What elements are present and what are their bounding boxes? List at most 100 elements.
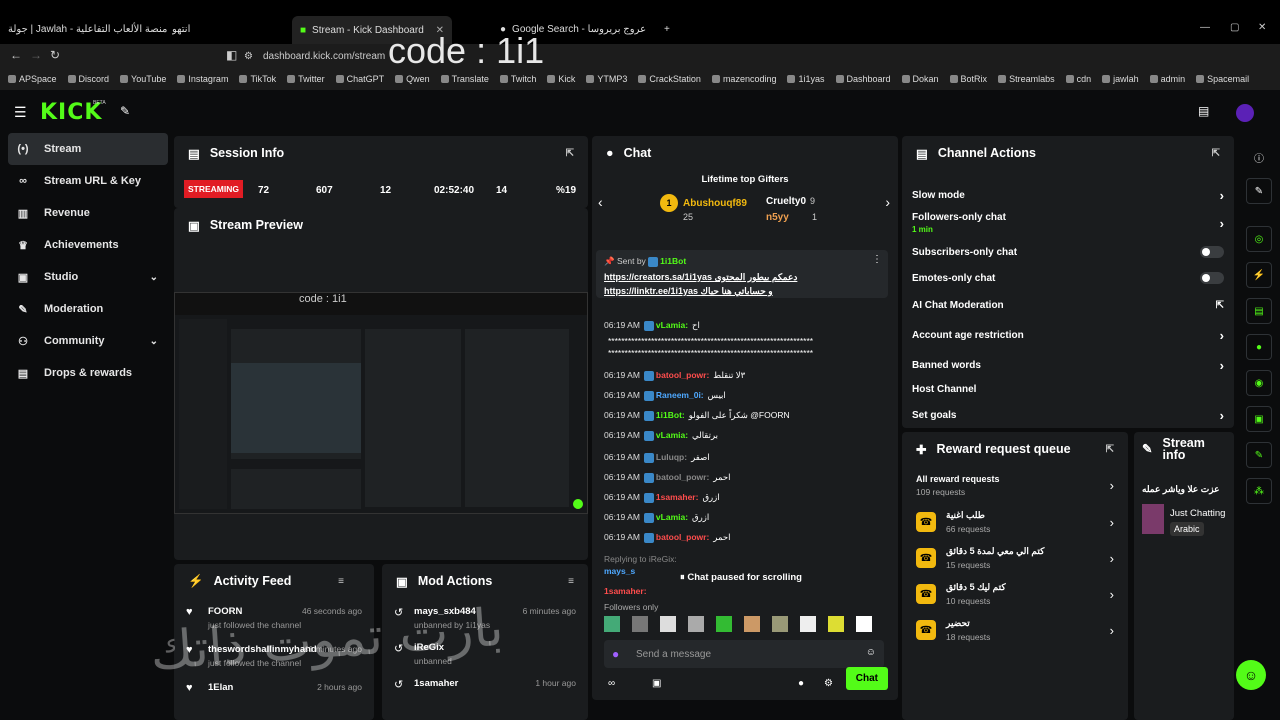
bookmark-item[interactable]: YTMP3 (586, 74, 627, 84)
action-banned-words[interactable]: Banned words › (912, 358, 1224, 373)
emote[interactable] (772, 616, 788, 632)
pinned-line[interactable]: https://creators.sa/1i1yas دعمكم بيطور ا… (604, 272, 797, 283)
prev-icon[interactable]: ‹ (598, 194, 603, 210)
chat-username[interactable]: 1i1Bot: (656, 410, 685, 420)
reward-item[interactable]: All reward requests 109 requests › (916, 474, 1114, 497)
sidebar-item-studio[interactable]: ▣ Studio ⌄ (8, 261, 168, 293)
chat-bubble-icon[interactable]: ● (1246, 334, 1272, 360)
bookmark-item[interactable]: Twitch (499, 74, 536, 84)
reward-item[interactable]: ☎ تحضير 18 requests › (916, 618, 1114, 642)
bookmark-item[interactable]: Discord (67, 74, 109, 84)
chevron-right-icon[interactable]: › (1110, 623, 1114, 638)
bookmark-item[interactable]: Translate (440, 74, 489, 84)
bookmark-item[interactable]: CrackStation (638, 74, 701, 84)
chevron-down-icon[interactable]: ⌄ (150, 336, 158, 347)
action-slow-mode[interactable]: Slow mode › (912, 188, 1224, 203)
bookmark-item[interactable]: YouTube (120, 74, 166, 84)
next-icon[interactable]: › (885, 194, 890, 210)
stream-preview-video[interactable]: code : 1i1 (174, 292, 588, 514)
bookmark-item[interactable]: Dokan (901, 74, 939, 84)
chat-username[interactable]: vLamia: (656, 430, 688, 440)
bookmark-item[interactable]: mazencoding (711, 74, 776, 84)
sidebar-item-moderation[interactable]: ✎ Moderation (8, 293, 168, 325)
close-window-icon[interactable]: ✕ (1258, 22, 1266, 33)
chevron-right-icon[interactable]: › (1220, 188, 1224, 203)
more-icon[interactable]: ⋮ (872, 254, 882, 265)
camera-icon[interactable]: ◎ (1246, 226, 1272, 252)
bookmark-item[interactable]: ChatGPT (335, 74, 384, 84)
mic-icon[interactable]: ● (612, 647, 619, 661)
chat-username[interactable]: batool_powr: (656, 472, 709, 482)
bookmark-item[interactable]: 1i1yas (787, 74, 825, 84)
chat-username[interactable]: Raneem_0i: (656, 390, 704, 400)
action-subscribers-only-chat[interactable]: Subscribers-only chat (912, 246, 1224, 258)
expand-icon[interactable]: ⇱ (1212, 148, 1220, 159)
chat-username[interactable]: Luluqp: (656, 452, 687, 462)
chevron-right-icon[interactable]: › (1220, 358, 1224, 373)
action-host-channel[interactable]: Host Channel (912, 384, 1224, 395)
chat-input[interactable]: ● Send a message ☺ (604, 640, 884, 668)
sidebar-item-stream-url-key[interactable]: ∞ Stream URL & Key (8, 165, 168, 197)
chat-username[interactable]: batool_powr: (656, 532, 709, 542)
action-set-goals[interactable]: Set goals › (912, 408, 1224, 423)
action-ai-chat-moderation[interactable]: AI Chat Moderation ⇱ (912, 300, 1224, 311)
url-field[interactable]: ⚙ dashboard.kick.com/stream (244, 46, 884, 66)
chat-username[interactable]: 1samaher: (656, 492, 699, 502)
bookmark-item[interactable]: admin (1149, 74, 1185, 84)
broadcast-icon[interactable]: ◉ (1246, 370, 1272, 396)
bookmark-item[interactable]: Twitter (287, 74, 325, 84)
chevron-down-icon[interactable]: ⌄ (150, 272, 158, 283)
expand-icon[interactable]: ⇱ (1106, 444, 1114, 455)
store-icon[interactable]: ▣ (652, 678, 661, 689)
chat-username[interactable]: vLamia: (656, 320, 688, 330)
chevron-right-icon[interactable]: › (1220, 328, 1224, 343)
emoji-icon[interactable]: ☺ (866, 647, 876, 658)
sidebar-item-revenue[interactable]: ▥ Revenue (8, 197, 168, 229)
sidebar-item-achievements[interactable]: ♛ Achievements (8, 229, 168, 261)
bookmark-item[interactable]: APSpace (8, 74, 57, 84)
send-chat-button[interactable]: Chat (845, 667, 888, 690)
emote[interactable] (800, 616, 816, 632)
points-icon[interactable]: ∞ (608, 678, 615, 689)
forward-icon[interactable]: → (30, 48, 42, 62)
tool-icon[interactable]: ✎ (1246, 442, 1272, 468)
info-icon[interactable]: ⓘ (1246, 144, 1272, 170)
message-icon[interactable]: ● (798, 678, 804, 689)
action-account-age-restriction[interactable]: Account age restriction › (912, 328, 1224, 343)
bookmark-item[interactable]: Streamlabs (998, 74, 1055, 84)
emote[interactable] (744, 616, 760, 632)
action-followers-only-chat[interactable]: Followers-only chat 1 min › (912, 212, 1224, 234)
chat-username[interactable]: vLamia: (656, 512, 688, 522)
bookmark-item[interactable]: Dashboard (835, 74, 891, 84)
site-info-icon[interactable]: ⚙ (244, 51, 253, 62)
chevron-right-icon[interactable]: › (1220, 216, 1224, 231)
bookmark-item[interactable]: Kick (547, 74, 575, 84)
external-link-icon[interactable]: ⇱ (1216, 300, 1224, 311)
emote[interactable] (716, 616, 732, 632)
bookmark-item[interactable]: jawlah (1102, 74, 1139, 84)
reward-item[interactable]: ☎ كتم ليك 5 دقائق 10 requests › (916, 582, 1114, 606)
expand-icon[interactable]: ⇱ (566, 148, 574, 159)
emote[interactable] (688, 616, 704, 632)
emote[interactable] (828, 616, 844, 632)
share-icon[interactable]: ⁂ (1246, 478, 1272, 504)
tab-jawlah[interactable]: جولة | Jawlah - منصة الألعاب التفاعلية (8, 18, 168, 40)
tab-other[interactable]: انتهو (172, 18, 282, 40)
menu-icon[interactable]: ☰ (14, 104, 27, 121)
pin-icon[interactable]: ✎ (120, 104, 130, 118)
chevron-right-icon[interactable]: › (1110, 551, 1114, 566)
chat-username[interactable]: 1samaher: (604, 586, 647, 596)
bookmark-item[interactable]: cdn (1065, 74, 1091, 84)
emote[interactable] (856, 616, 872, 632)
bookmark-item[interactable]: Spacemail (1196, 74, 1249, 84)
wallet-icon[interactable]: ▤ (1198, 104, 1209, 118)
new-tab-icon[interactable]: + (664, 18, 678, 40)
reward-item[interactable]: ☎ طلب اغنية 66 requests › (916, 510, 1114, 534)
reload-icon[interactable]: ↻ (50, 48, 60, 62)
pinned-message[interactable]: 📌 Sent by 1i1Bot https://creators.sa/1i1… (596, 250, 888, 298)
toggle-switch[interactable] (1200, 272, 1224, 284)
emote[interactable] (660, 616, 676, 632)
chevron-right-icon[interactable]: › (1220, 408, 1224, 423)
filter-icon[interactable]: ≡ (338, 576, 344, 587)
minimize-icon[interactable]: — (1200, 22, 1210, 33)
